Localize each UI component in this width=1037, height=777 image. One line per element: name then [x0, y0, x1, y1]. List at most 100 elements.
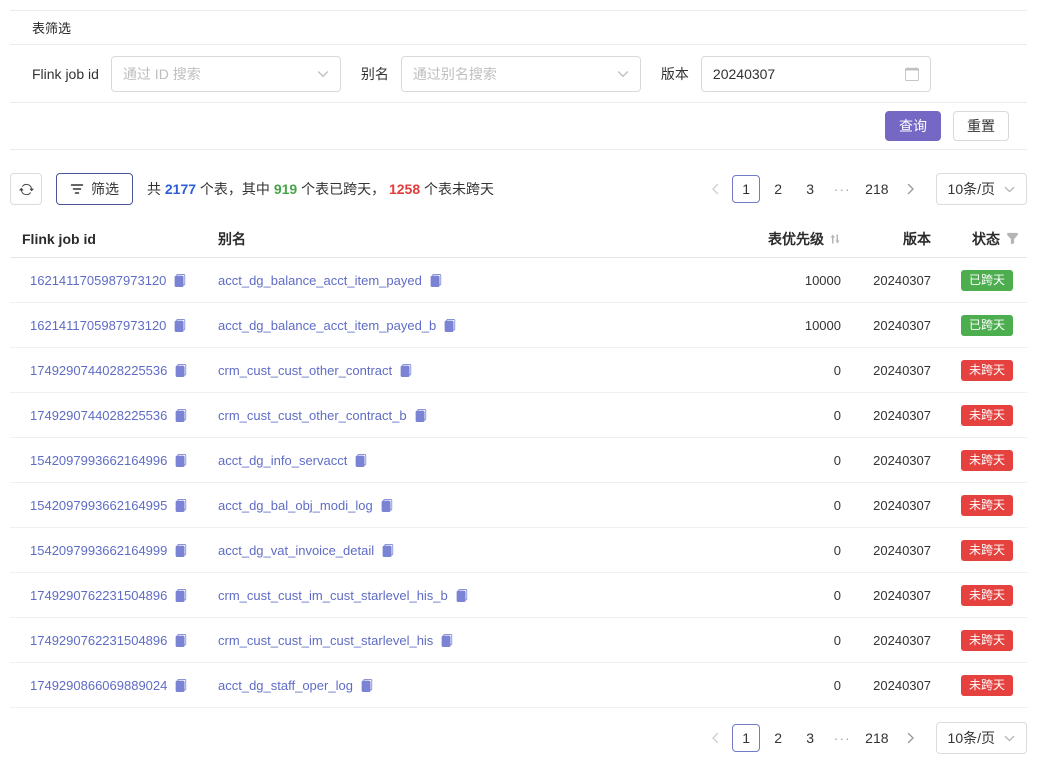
copy-icon[interactable]	[440, 634, 453, 647]
column-header-priority[interactable]: 表优先级	[691, 229, 841, 249]
job-id-link[interactable]: 1542097993662164999	[30, 543, 167, 558]
job-id-link[interactable]: 1542097993662164996	[30, 453, 167, 468]
filter-button[interactable]: 筛选	[56, 173, 133, 205]
alias-cell: acct_dg_staff_oper_log	[206, 678, 691, 693]
table-header: Flink job id 别名 表优先级 版本 状态	[10, 220, 1027, 258]
page-button-last[interactable]: 218	[860, 724, 893, 752]
status-cell: 已跨天	[931, 270, 1027, 291]
refresh-button[interactable]	[10, 173, 42, 205]
refresh-icon	[19, 182, 34, 197]
job-id-link[interactable]: 1621411705987973120	[30, 273, 166, 288]
copy-icon[interactable]	[455, 589, 468, 602]
page-button-1[interactable]: 1	[732, 724, 760, 752]
page-button-3[interactable]: 3	[796, 175, 824, 203]
alias-link[interactable]: crm_cust_cust_other_contract	[218, 363, 392, 378]
alias-link[interactable]: acct_dg_info_servacct	[218, 453, 347, 468]
alias-link[interactable]: acct_dg_balance_acct_item_payed_b	[218, 318, 436, 333]
job-id-cell: 1542097993662164996	[10, 453, 206, 468]
page-button-2[interactable]: 2	[764, 175, 792, 203]
alias-link[interactable]: acct_dg_vat_invoice_detail	[218, 543, 374, 558]
copy-icon[interactable]	[354, 454, 367, 467]
status-badge: 未跨天	[961, 405, 1013, 426]
job-id-cell: 1749290762231504896	[10, 588, 206, 603]
job-id-link[interactable]: 1749290866069889024	[30, 678, 167, 693]
copy-icon[interactable]	[399, 364, 412, 377]
alias-link[interactable]: acct_dg_bal_obj_modi_log	[218, 498, 373, 513]
priority-cell: 0	[691, 633, 841, 648]
next-page-button[interactable]	[898, 724, 922, 752]
copy-icon[interactable]	[443, 319, 456, 332]
alias-cell: acct_dg_balance_acct_item_payed	[206, 273, 691, 288]
job-id-cell: 1621411705987973120	[10, 318, 206, 333]
version-cell: 20240307	[841, 453, 931, 468]
version-date-input[interactable]: 20240307	[701, 56, 931, 92]
alias-link[interactable]: crm_cust_cust_other_contract_b	[218, 408, 407, 423]
copy-icon[interactable]	[429, 274, 442, 287]
status-badge: 已跨天	[961, 270, 1013, 291]
prev-page-button[interactable]	[704, 724, 728, 752]
job-id-cell: 1749290762231504896	[10, 633, 206, 648]
version-field-label: 版本	[661, 64, 689, 84]
status-cell: 未跨天	[931, 495, 1027, 516]
version-cell: 20240307	[841, 588, 931, 603]
page-button-3[interactable]: 3	[796, 724, 824, 752]
status-cell: 未跨天	[931, 360, 1027, 381]
prev-page-button[interactable]	[704, 175, 728, 203]
alias-cell: crm_cust_cust_other_contract_b	[206, 408, 691, 423]
next-page-button[interactable]	[898, 175, 922, 203]
alias-select-placeholder: 通过别名搜索	[413, 64, 497, 84]
copy-icon[interactable]	[174, 499, 187, 512]
job-id-select[interactable]: 通过 ID 搜索	[111, 56, 341, 92]
pages-ellipsis[interactable]: ···	[828, 730, 856, 746]
status-badge: 未跨天	[961, 585, 1013, 606]
copy-icon[interactable]	[381, 544, 394, 557]
page-button-2[interactable]: 2	[764, 724, 792, 752]
copy-icon[interactable]	[414, 409, 427, 422]
page-size-select[interactable]: 10条/页	[936, 173, 1027, 205]
alias-select[interactable]: 通过别名搜索	[401, 56, 641, 92]
job-id-link[interactable]: 1749290744028225536	[30, 408, 167, 423]
table-row: 1542097993662164999 acct_dg_vat_invoice_…	[10, 528, 1027, 573]
pages-ellipsis[interactable]: ···	[828, 181, 856, 197]
query-button[interactable]: 查询	[885, 111, 941, 141]
job-id-select-placeholder: 通过 ID 搜索	[123, 64, 201, 84]
job-id-link[interactable]: 1749290762231504896	[30, 633, 167, 648]
toolbar: 筛选 共 2177 个表，其中 919 个表已跨天， 1258 个表未跨天 1 …	[10, 173, 1027, 205]
summary-uncrossed-count: 1258	[389, 181, 420, 197]
copy-icon[interactable]	[360, 679, 373, 692]
job-id-link[interactable]: 1749290744028225536	[30, 363, 167, 378]
summary-text: 个表，其中	[196, 179, 274, 199]
job-id-link[interactable]: 1542097993662164995	[30, 498, 167, 513]
job-id-field-label: Flink job id	[32, 66, 99, 82]
page-size-select[interactable]: 10条/页	[936, 722, 1027, 754]
copy-icon[interactable]	[174, 454, 187, 467]
copy-icon[interactable]	[174, 679, 187, 692]
copy-icon[interactable]	[174, 634, 187, 647]
job-id-link[interactable]: 1621411705987973120	[30, 318, 166, 333]
column-header-priority-label: 表优先级	[768, 229, 824, 249]
column-header-status: 状态	[931, 229, 1027, 249]
sort-icon[interactable]	[829, 233, 841, 245]
status-filter-funnel-icon[interactable]	[1006, 232, 1019, 245]
table-row: 1542097993662164995 acct_dg_bal_obj_modi…	[10, 483, 1027, 528]
copy-icon[interactable]	[174, 364, 187, 377]
column-header-status-label: 状态	[972, 229, 1000, 249]
version-cell: 20240307	[841, 543, 931, 558]
job-id-link[interactable]: 1749290762231504896	[30, 588, 167, 603]
alias-link[interactable]: acct_dg_balance_acct_item_payed	[218, 273, 422, 288]
summary-crossed-count: 919	[274, 181, 297, 197]
copy-icon[interactable]	[380, 499, 393, 512]
column-header-alias: 别名	[206, 229, 691, 249]
copy-icon[interactable]	[173, 274, 186, 287]
status-badge: 未跨天	[961, 495, 1013, 516]
copy-icon[interactable]	[174, 544, 187, 557]
page-button-last[interactable]: 218	[860, 175, 893, 203]
page-button-1[interactable]: 1	[732, 175, 760, 203]
alias-link[interactable]: crm_cust_cust_im_cust_starlevel_his_b	[218, 588, 448, 603]
copy-icon[interactable]	[174, 409, 187, 422]
alias-link[interactable]: crm_cust_cust_im_cust_starlevel_his	[218, 633, 433, 648]
reset-button[interactable]: 重置	[953, 111, 1009, 141]
alias-link[interactable]: acct_dg_staff_oper_log	[218, 678, 353, 693]
copy-icon[interactable]	[174, 589, 187, 602]
copy-icon[interactable]	[173, 319, 186, 332]
